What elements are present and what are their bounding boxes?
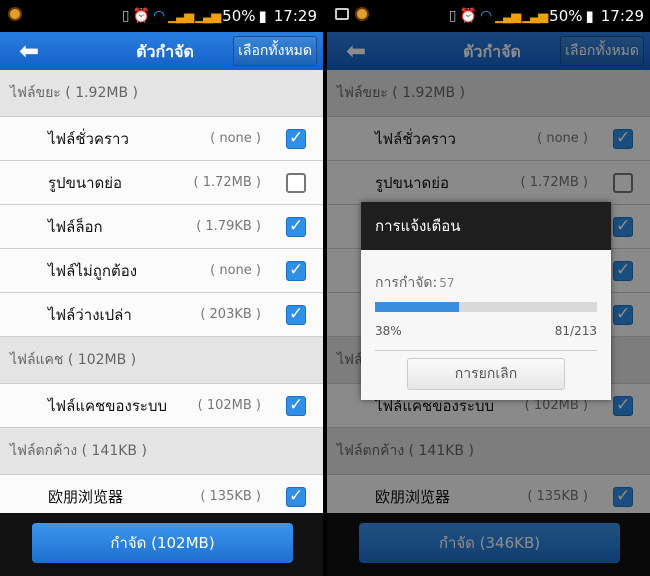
clock: 17:29 [600, 7, 644, 25]
list-item[interactable]: ไฟล์ว่างเปล่า ( 203KB ) [0, 293, 323, 337]
battery-percent: 50% [549, 7, 583, 25]
app-notification-icon [8, 7, 22, 21]
page-title: ตัวกำจัด [136, 42, 194, 61]
progress-percent: 38% [375, 324, 402, 338]
cleaner-screen-right: ▯ ⏰ ◠ ▁▃▅ ▁▃▅ 50% ▮ 17:29 ⬅ ตัวกำจัด เลื… [327, 0, 650, 576]
junk-file-list: ไฟล์ขยะ ( 1.92MB ) ไฟล์ชั่วคราว ( none ) รู… [0, 70, 323, 519]
item-checkbox[interactable] [286, 216, 306, 237]
item-checkbox[interactable] [286, 128, 306, 149]
image-notification-icon [335, 8, 349, 20]
progress-bar [375, 302, 597, 312]
notification-icons [335, 7, 369, 21]
item-name: ไฟล์ว่างเปล่า [48, 306, 132, 324]
cancel-button[interactable]: การยกเลิก [407, 358, 565, 390]
list-item[interactable]: ไฟล์ไม่ถูกต้อง ( none ) [0, 249, 323, 293]
list-item[interactable]: ไฟล์ล็อก ( 1.79KB ) [0, 205, 323, 249]
item-size: ( 102MB ) [197, 398, 261, 413]
item-checkbox[interactable] [286, 173, 306, 193]
vibrate-icon: ▯ [448, 8, 457, 24]
progress-ratio: 81/213 [554, 324, 597, 338]
progress-dialog: การแจ้งเตือน การกำจัด: 57 38% 81/213 การย… [361, 202, 611, 400]
signal-icon-2: ▁▃▅ [522, 8, 548, 24]
progress-fill [375, 302, 460, 312]
clock: 17:29 [273, 7, 317, 25]
dialog-title: การแจ้งเตือน [361, 202, 611, 250]
item-name: ไฟล์ไม่ถูกต้อง [48, 262, 138, 280]
item-name: ไฟล์แคชของระบบ [48, 397, 167, 415]
status-icons: ▯ ⏰ ◠ ▁▃▅ ▁▃▅ 50% ▮ 17:29 [449, 5, 644, 27]
item-name: ไฟล์ชั่วคราว [48, 130, 129, 148]
cleaning-count: 57 [439, 276, 455, 290]
wifi-icon: ◠ [479, 8, 493, 24]
item-size: ( 203KB ) [200, 307, 261, 322]
section-header: ไฟล์ขยะ ( 1.92MB ) [0, 70, 323, 117]
cleaning-label-text: การกำจัด: [375, 275, 438, 291]
wifi-icon: ◠ [152, 8, 166, 24]
section-header: ไฟล์ตกค้าง ( 141KB ) [0, 428, 323, 475]
alarm-icon: ⏰ [132, 8, 150, 24]
app-header: ⬅ ตัวกำจัด เลือกทั้งหมด [0, 32, 323, 70]
item-size: ( 1.79KB ) [196, 219, 261, 234]
item-size: ( 1.72MB ) [193, 175, 262, 190]
app-notification-icon [355, 7, 369, 21]
item-name: รูปขนาดย่อ [48, 174, 123, 192]
vibrate-icon: ▯ [121, 8, 130, 24]
list-item[interactable]: รูปขนาดย่อ ( 1.72MB ) [0, 161, 323, 205]
cleaner-screen-left: ▯ ⏰ ◠ ▁▃▅ ▁▃▅ 50% ▮ 17:29 ⬅ ตัวกำจัด เลื… [0, 0, 323, 576]
signal-icon: ▁▃▅ [495, 8, 521, 24]
clean-button[interactable]: กำจัด (102MB) [32, 523, 293, 563]
battery-icon: ▮ [585, 7, 594, 25]
item-checkbox[interactable] [286, 304, 306, 325]
signal-icon-2: ▁▃▅ [195, 8, 221, 24]
select-all-button[interactable]: เลือกทั้งหมด [233, 36, 317, 66]
status-icons: ▯ ⏰ ◠ ▁▃▅ ▁▃▅ 50% ▮ 17:29 [122, 5, 317, 27]
list-item[interactable]: ไฟล์แคชของระบบ ( 102MB ) [0, 384, 323, 428]
back-arrow-icon[interactable]: ⬅ [14, 38, 44, 64]
battery-icon: ▮ [258, 7, 267, 25]
item-checkbox[interactable] [286, 486, 306, 507]
section-header: ไฟล์แคช ( 102MB ) [0, 337, 323, 384]
signal-icon: ▁▃▅ [168, 8, 194, 24]
item-size: ( none ) [210, 131, 261, 146]
status-bar: ▯ ⏰ ◠ ▁▃▅ ▁▃▅ 50% ▮ 17:29 [0, 0, 323, 32]
item-name: ไฟล์ล็อก [48, 218, 103, 236]
notification-icons [8, 7, 22, 21]
item-checkbox[interactable] [286, 395, 306, 416]
status-bar: ▯ ⏰ ◠ ▁▃▅ ▁▃▅ 50% ▮ 17:29 [327, 0, 650, 32]
dialog-divider [375, 350, 597, 351]
item-checkbox[interactable] [286, 260, 306, 281]
cleaning-label: การกำจัด: 57 [375, 272, 455, 294]
bottom-bar: กำจัด (102MB) [0, 513, 323, 576]
item-size: ( none ) [210, 263, 261, 278]
list-item[interactable]: ไฟล์ชั่วคราว ( none ) [0, 117, 323, 161]
battery-percent: 50% [222, 7, 256, 25]
alarm-icon: ⏰ [459, 8, 477, 24]
